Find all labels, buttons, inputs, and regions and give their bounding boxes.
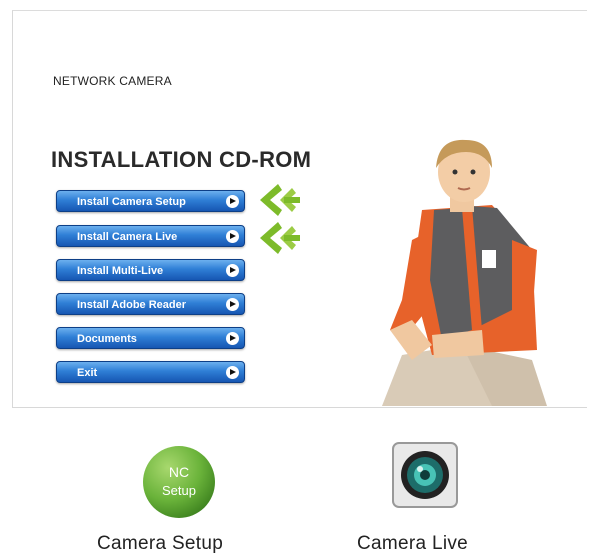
page-title: INSTALLATION CD-ROM: [51, 147, 312, 172]
arrow-right-icon: [226, 264, 239, 277]
nc-setup-icon[interactable]: NC Setup: [140, 443, 218, 521]
exit-button[interactable]: Exit: [56, 361, 245, 383]
button-label: Documents: [77, 333, 137, 345]
arrow-right-icon: [226, 195, 239, 208]
arrow-right-icon: [226, 332, 239, 345]
documents-button[interactable]: Documents: [56, 327, 245, 349]
arrow-right-icon: [226, 366, 239, 379]
product-subtitle: NETWORK CAMERA: [53, 74, 172, 88]
setup-label: Setup: [162, 483, 196, 498]
button-label: Exit: [77, 367, 98, 379]
button-label: Install Camera Setup: [77, 196, 186, 208]
camera-live-caption: Camera Live: [357, 533, 469, 554]
install-multi-live-button[interactable]: Install Multi-Live: [56, 259, 245, 281]
arrow-right-icon: [226, 298, 239, 311]
button-label: Install Adobe Reader: [77, 299, 187, 311]
nc-label: NC: [169, 464, 189, 480]
model-photo: [382, 139, 547, 406]
arrow-right-icon: [226, 230, 239, 243]
pointer-chevron-icon: [260, 184, 300, 216]
camera-setup-caption: Camera Setup: [97, 533, 224, 554]
camera-lens-icon[interactable]: [391, 441, 459, 509]
install-camera-setup-button[interactable]: Install Camera Setup: [56, 190, 245, 212]
install-camera-live-button[interactable]: Install Camera Live: [56, 225, 245, 247]
button-label: Install Camera Live: [77, 231, 178, 243]
pointer-chevron-icon: [260, 222, 300, 254]
install-adobe-reader-button[interactable]: Install Adobe Reader: [56, 293, 245, 315]
button-label: Install Multi-Live: [77, 265, 164, 277]
